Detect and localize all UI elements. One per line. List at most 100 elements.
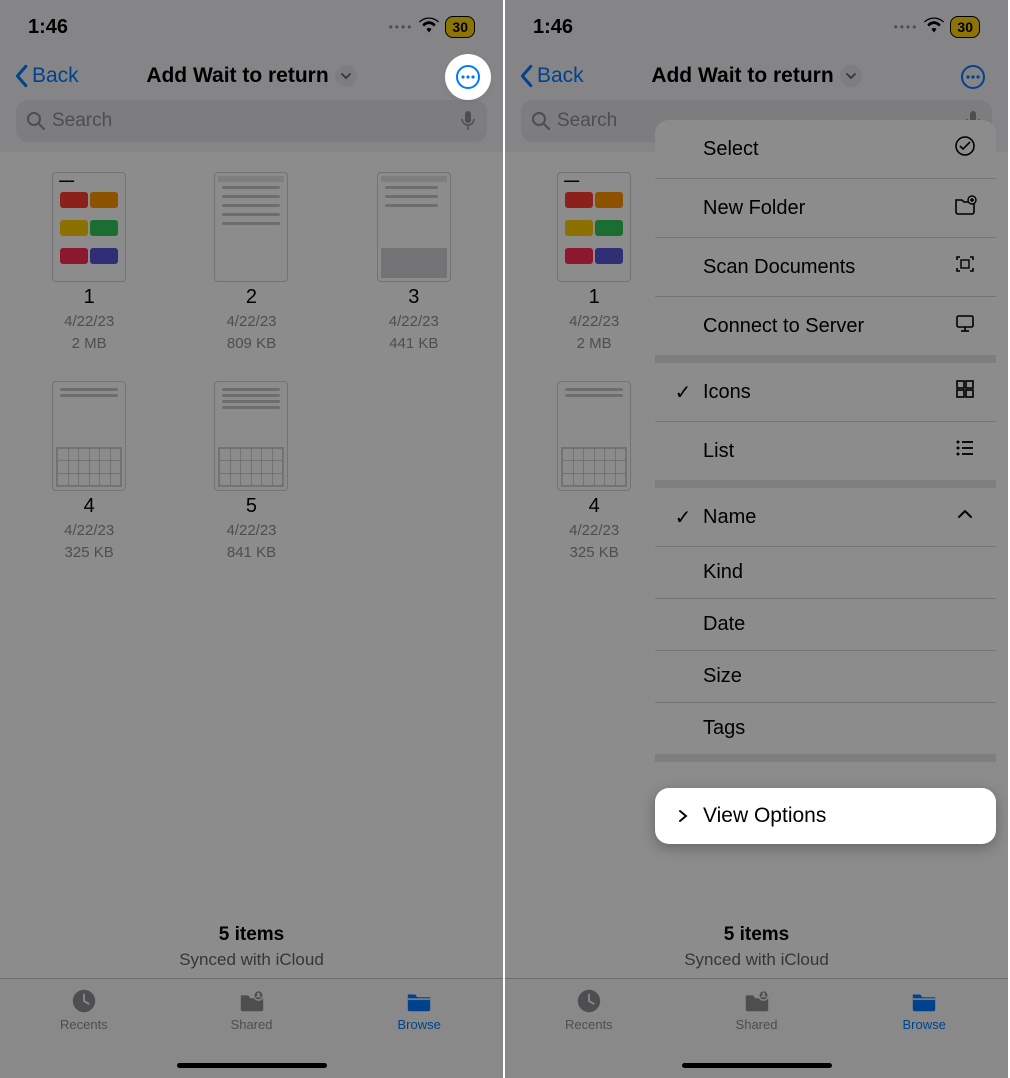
menu-view-options-label: View Options [703, 804, 978, 828]
file-name: 4 [84, 495, 95, 518]
new-folder-icon [952, 193, 978, 223]
sync-status: Synced with iCloud [505, 950, 1008, 970]
chevron-up-icon [952, 502, 978, 532]
menu-select[interactable]: Select [655, 120, 996, 179]
checkmark-icon: ✓ [673, 505, 693, 530]
file-grid: ▬▬▬14/22/232 MB24/22/23809 KB34/22/23441… [16, 172, 487, 562]
file-date: 4/22/23 [569, 313, 619, 331]
nav-title-text: Add Wait to return [651, 64, 833, 88]
battery-indicator: 30 [445, 16, 475, 38]
menu-sort-size[interactable]: Size [655, 651, 996, 703]
folder-icon [909, 987, 939, 1015]
menu-sort-name[interactable]: ✓ Name [655, 488, 996, 547]
list-icon [952, 436, 978, 466]
file-size: 325 KB [570, 544, 619, 562]
menu-view-options[interactable]: View Options [655, 788, 996, 844]
back-button[interactable]: Back [517, 54, 584, 98]
cellular-dots-icon: •••• [894, 20, 919, 34]
home-indicator[interactable] [177, 1063, 327, 1068]
tab-recents-label: Recents [60, 1017, 108, 1032]
shared-folder-icon [742, 987, 772, 1015]
status-time: 1:46 [533, 16, 573, 39]
menu-view-list[interactable]: List [655, 422, 996, 480]
menu-sort-tags[interactable]: Tags [655, 703, 996, 754]
file-name: 1 [84, 286, 95, 309]
file-item[interactable]: ▬▬▬14/22/232 MB [521, 172, 667, 353]
navigation-bar: Back Add Wait to return [0, 54, 503, 98]
checkmark-circle-icon [952, 134, 978, 164]
menu-separator [655, 355, 996, 363]
tab-browse[interactable]: Browse [840, 987, 1008, 1078]
status-indicators: •••• 30 [894, 16, 980, 38]
file-item[interactable]: 44/22/23325 KB [16, 381, 162, 562]
file-size: 2 MB [577, 335, 612, 353]
file-date: 4/22/23 [64, 313, 114, 331]
search-placeholder: Search [52, 110, 453, 132]
home-indicator[interactable] [682, 1063, 832, 1068]
server-icon [952, 311, 978, 341]
file-item[interactable]: 54/22/23841 KB [178, 381, 324, 562]
file-size: 809 KB [227, 335, 276, 353]
mic-icon[interactable] [459, 109, 477, 133]
menu-separator [655, 480, 996, 488]
file-name: 2 [246, 286, 257, 309]
file-size: 2 MB [72, 335, 107, 353]
wifi-icon [924, 17, 944, 38]
nav-title[interactable]: Add Wait to return [146, 64, 356, 88]
grid-icon [952, 377, 978, 407]
file-name: 3 [408, 286, 419, 309]
checkmark-icon: ✓ [673, 380, 693, 405]
search-bar-container: Search [0, 98, 503, 152]
menu-new-folder[interactable]: New Folder [655, 179, 996, 238]
status-bar: 1:46 •••• 30 [0, 0, 503, 54]
file-grid-area: ▬▬▬14/22/232 MB24/22/23809 KB34/22/23441… [0, 152, 503, 978]
file-size: 841 KB [227, 544, 276, 562]
tab-shared-label: Shared [231, 1017, 273, 1032]
file-date: 4/22/23 [569, 522, 619, 540]
menu-sort-kind[interactable]: Kind [655, 547, 996, 599]
tab-recents[interactable]: Recents [0, 987, 168, 1078]
wifi-icon [419, 17, 439, 38]
menu-sort-date[interactable]: Date [655, 599, 996, 651]
file-item[interactable]: 2 4/22/23 809 KB [178, 172, 324, 353]
menu-group-actions: Select New Folder Scan Documents Connect… [655, 120, 996, 355]
file-item[interactable]: 4 4/22/23 325 KB [521, 381, 667, 562]
menu-kind-label: Kind [703, 561, 942, 584]
file-date: 4/22/23 [389, 313, 439, 331]
chevron-right-icon [673, 809, 693, 823]
file-item[interactable]: ▬▬▬14/22/232 MB [16, 172, 162, 353]
phone-right: 1:46 •••• 30 Back Add Wait to return Sea… [505, 0, 1010, 1078]
file-item[interactable]: 34/22/23441 KB [341, 172, 487, 353]
menu-separator [655, 754, 996, 762]
navigation-bar: Back Add Wait to return [505, 54, 1008, 98]
shared-folder-icon [237, 987, 267, 1015]
nav-title[interactable]: Add Wait to return [651, 64, 861, 88]
menu-size-label: Size [703, 665, 942, 688]
clock-icon [574, 987, 604, 1015]
back-label: Back [537, 64, 584, 88]
chevron-down-icon [335, 65, 357, 87]
menu-connect-server[interactable]: Connect to Server [655, 297, 996, 355]
back-label: Back [32, 64, 79, 88]
file-name: 4 [589, 495, 600, 518]
menu-select-label: Select [703, 138, 942, 161]
menu-connect-label: Connect to Server [703, 315, 942, 338]
folder-icon [404, 987, 434, 1015]
more-button[interactable] [954, 58, 992, 96]
file-name: 5 [246, 495, 257, 518]
more-button[interactable] [449, 58, 487, 96]
back-button[interactable]: Back [12, 54, 79, 98]
clock-icon [69, 987, 99, 1015]
tab-browse[interactable]: Browse [335, 987, 503, 1078]
chevron-down-icon [840, 65, 862, 87]
menu-scan-label: Scan Documents [703, 256, 942, 279]
menu-new-folder-label: New Folder [703, 197, 942, 220]
search-field[interactable]: Search [16, 100, 487, 142]
battery-indicator: 30 [950, 16, 980, 38]
menu-list-label: List [703, 440, 942, 463]
menu-view-icons[interactable]: ✓ Icons [655, 363, 996, 422]
file-date: 4/22/23 [226, 313, 276, 331]
menu-scan-documents[interactable]: Scan Documents [655, 238, 996, 297]
status-indicators: •••• 30 [389, 16, 475, 38]
tab-recents[interactable]: Recents [505, 987, 673, 1078]
